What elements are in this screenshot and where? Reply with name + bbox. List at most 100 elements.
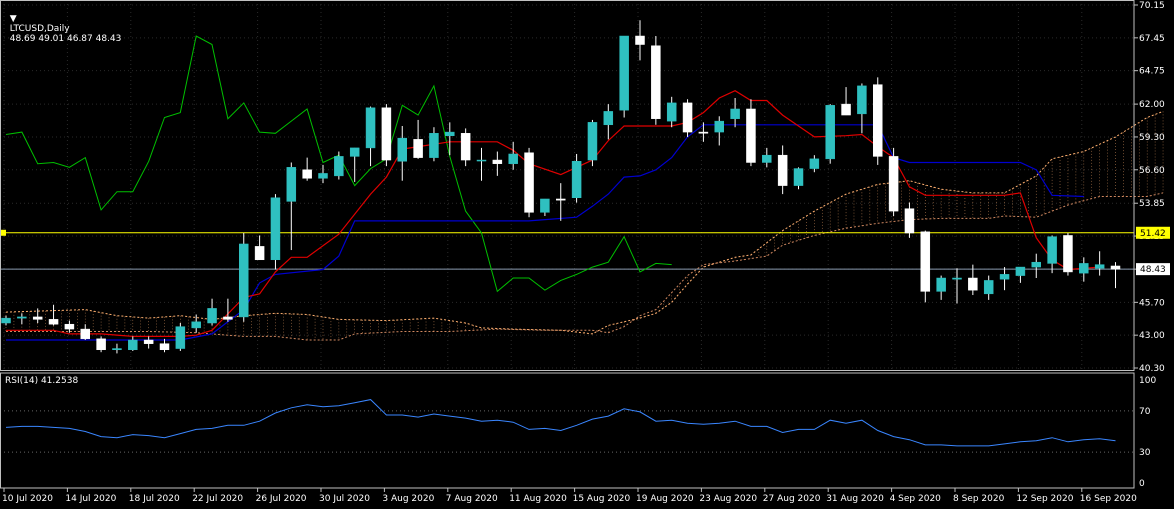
dropdown-triangle-icon[interactable]: ▼ [10, 14, 17, 24]
candle [666, 96, 677, 128]
candle [809, 155, 820, 173]
candle-body [714, 120, 724, 133]
rsi-tick-label: 70 [1139, 407, 1151, 417]
candle [682, 99, 693, 137]
candle-body [698, 131, 709, 134]
symbol-header: ▼ LTCUSD,Daily 48.69 49.01 46.87 48.43 [4, 4, 122, 44]
candle [983, 275, 994, 300]
candle-body [80, 328, 90, 340]
time-tick-label: 10 Jul 2020 [2, 494, 53, 504]
candle-body [64, 323, 75, 330]
time-tick-label: 19 Aug 2020 [636, 494, 694, 504]
candle [556, 183, 566, 221]
candle [270, 194, 281, 270]
price-tick-label: 45.70 [1139, 298, 1165, 308]
candle-body [476, 159, 487, 162]
candle [1079, 257, 1089, 282]
candle [1015, 266, 1026, 283]
candle-body [334, 156, 344, 177]
price-tick-label: 64.75 [1139, 67, 1165, 77]
candle-body [873, 84, 883, 157]
candle-body [635, 35, 645, 45]
candle [381, 104, 392, 167]
candle [64, 320, 75, 333]
ohlc-label: 48.69 49.01 46.87 48.43 [9, 34, 122, 44]
candle [159, 338, 170, 353]
candle [302, 157, 312, 181]
candle [1, 315, 11, 326]
candle [413, 119, 423, 159]
symbol-label: LTCUSD,Daily [9, 24, 70, 34]
candle-body [841, 103, 851, 116]
price-tick-label: 70.15 [1139, 1, 1165, 11]
tenkan-sen-line [6, 90, 1100, 337]
candle [920, 230, 931, 303]
candle-body [318, 173, 328, 179]
candle-body [460, 133, 471, 161]
candle [952, 268, 962, 304]
candle-body [666, 102, 677, 122]
candle [239, 233, 249, 322]
candle [825, 104, 835, 164]
candle [873, 77, 883, 165]
grid-lines [0, 0, 1134, 370]
candle-body [492, 159, 503, 164]
candle-body [825, 105, 835, 160]
price-chart[interactable]: 70.1567.4564.7562.0059.3056.6053.8551.15… [0, 0, 1174, 509]
candle-body [159, 343, 170, 351]
candle [571, 153, 582, 203]
candle [857, 83, 867, 134]
candle-body [96, 338, 106, 351]
candle [762, 147, 772, 168]
rsi-panel-frame [0, 372, 1135, 489]
candle [17, 313, 27, 325]
candle-body [619, 35, 629, 111]
candle [334, 151, 344, 180]
candle-body [239, 243, 249, 318]
candle-body [508, 153, 518, 164]
candle-body [556, 198, 566, 201]
candle [1047, 235, 1057, 274]
candle [635, 20, 645, 61]
candle [1110, 262, 1121, 289]
rsi-tick-label: 30 [1139, 448, 1151, 458]
candle-body [524, 152, 534, 213]
candle-body [32, 316, 43, 320]
candle [128, 336, 138, 351]
candle-body [1063, 235, 1073, 273]
time-tick-label: 8 Sep 2020 [953, 494, 1005, 504]
candle-body [587, 122, 598, 161]
price-tick-label: 56.60 [1139, 166, 1165, 176]
price-tick-label: 67.45 [1139, 34, 1165, 44]
rsi-tick-label: 0 [1139, 479, 1145, 489]
candle-body [349, 147, 360, 157]
rsi-tick-label: 100 [1139, 376, 1156, 386]
candle-body [730, 108, 740, 119]
candle-body [143, 339, 154, 344]
candle [175, 323, 186, 351]
chart-frame [0, 0, 1135, 489]
candle-body [936, 277, 946, 292]
candle [508, 141, 518, 170]
candle [587, 119, 598, 167]
candle-body [1031, 261, 1041, 268]
candle-body [1, 317, 11, 324]
candle [999, 267, 1010, 291]
indicator-lines [0, 35, 1134, 341]
candle-body [999, 274, 1010, 280]
time-tick-label: 23 Aug 2020 [699, 494, 757, 504]
price-axis: 70.1567.4564.7562.0059.3056.6053.8551.15… [1134, 1, 1170, 489]
candle-body [191, 321, 201, 329]
candle-body [302, 169, 312, 179]
time-tick-label: 12 Sep 2020 [1016, 494, 1073, 504]
level-price-label: 51.42 [1140, 229, 1166, 239]
candle [777, 145, 788, 195]
candle [730, 98, 740, 128]
time-tick-label: 27 Aug 2020 [763, 494, 821, 504]
candle-body [1079, 263, 1089, 274]
candle-body [857, 85, 867, 115]
candle [714, 116, 724, 146]
candle-body [888, 156, 899, 212]
candle [460, 128, 471, 167]
price-panel-frame [0, 0, 1135, 371]
